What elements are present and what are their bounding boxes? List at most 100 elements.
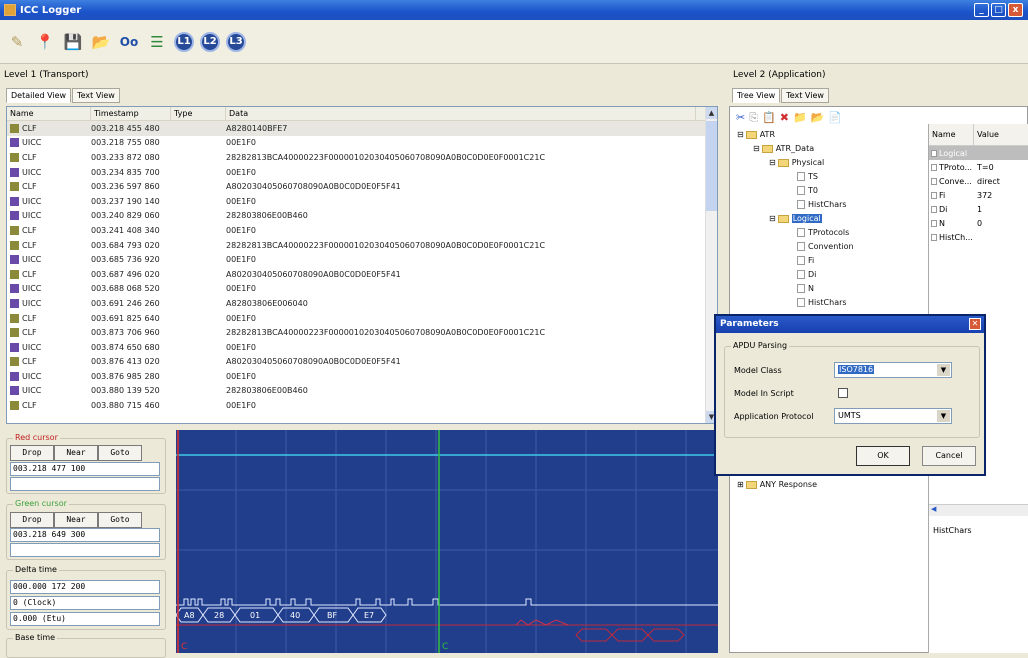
scroll-up-icon[interactable]: ▲ bbox=[706, 107, 717, 119]
delta-time-field[interactable]: 000.000 172 200 bbox=[10, 580, 160, 594]
prop-row[interactable]: TProto... T=0 bbox=[929, 160, 1028, 174]
table-row[interactable]: UICC 003.880 139 520 282803806E00B460 bbox=[7, 384, 717, 399]
table-row[interactable]: UICC 003.691 246 260 A82803806E006040 bbox=[7, 296, 717, 311]
red-near-button[interactable]: Near bbox=[54, 445, 98, 461]
green-cursor-extra-field[interactable] bbox=[10, 543, 160, 557]
new-item-icon[interactable]: 📄 bbox=[828, 111, 842, 125]
table-row[interactable]: CLF 003.687 496 020 A802030405060708090A0B… bbox=[7, 267, 717, 282]
delta-etu-field[interactable]: 0.000 (Etu) bbox=[10, 612, 160, 626]
table-row[interactable]: UICC 003.685 736 920 00E1F0 bbox=[7, 252, 717, 267]
tree-node-atr[interactable]: ⊟ ATR bbox=[737, 130, 775, 139]
prop-col-value[interactable]: Value bbox=[974, 124, 1002, 145]
save-icon[interactable]: 💾 bbox=[62, 31, 84, 53]
prop-row[interactable]: Conve... direct bbox=[929, 174, 1028, 188]
tree-node-t0[interactable]: T0 bbox=[797, 186, 818, 195]
new-folder-icon[interactable]: 📁 bbox=[793, 111, 807, 125]
tree-node-fi[interactable]: Fi bbox=[797, 256, 814, 265]
red-cursor-field[interactable]: 003.218 477 100 bbox=[10, 462, 160, 476]
table-row[interactable]: UICC 003.240 829 060 282803806E00B460 bbox=[7, 209, 717, 224]
tree-node-di[interactable]: Di bbox=[797, 270, 816, 279]
ok-button[interactable]: OK bbox=[856, 446, 910, 466]
uicc-card-icon bbox=[10, 298, 19, 308]
folder-open-icon[interactable]: 📂 bbox=[90, 31, 112, 53]
level2-button[interactable]: L2 bbox=[200, 31, 220, 52]
cancel-button[interactable]: Cancel bbox=[922, 446, 976, 466]
tree-label-convention: Convention bbox=[808, 242, 854, 251]
tree-node-histchars2[interactable]: HistChars bbox=[797, 298, 847, 307]
table-row[interactable]: CLF 003.691 825 640 00E1F0 bbox=[7, 311, 717, 326]
table-row[interactable]: UICC 003.874 650 680 00E1F0 bbox=[7, 340, 717, 355]
prop-row[interactable]: N0 bbox=[929, 216, 1028, 230]
maximize-button[interactable]: □ bbox=[991, 3, 1006, 17]
green-near-button[interactable]: Near bbox=[54, 512, 98, 528]
table-row[interactable]: CLF 003.876 413 020 A802030405060708090A0B… bbox=[7, 355, 717, 370]
prop-row[interactable]: HistCh... bbox=[929, 230, 1028, 244]
table-row[interactable]: CLF 003.236 597 860 A802030405060708090A0B… bbox=[7, 179, 717, 194]
app-protocol-select[interactable]: UMTS ▼ bbox=[834, 408, 952, 424]
level1-button[interactable]: L1 bbox=[174, 31, 194, 52]
byte-label-5: E7 bbox=[364, 611, 374, 620]
model-in-script-checkbox[interactable] bbox=[838, 388, 848, 398]
level3-button[interactable]: L3 bbox=[226, 31, 246, 52]
clf-device-icon bbox=[10, 313, 19, 323]
dialog-close-icon[interactable]: ✕ bbox=[969, 318, 981, 330]
col-type[interactable]: Type bbox=[171, 107, 226, 120]
col-data[interactable]: Data bbox=[226, 107, 696, 120]
glasses-icon[interactable]: Oo bbox=[118, 31, 140, 53]
red-drop-button[interactable]: Drop bbox=[10, 445, 54, 461]
table-row[interactable]: UICC 003.237 190 140 00E1F0 bbox=[7, 194, 717, 209]
tree-node-logical[interactable]: ⊟ Logical bbox=[769, 214, 822, 223]
prop-row[interactable]: Fi 372 bbox=[929, 188, 1028, 202]
tree-node-physical[interactable]: ⊟ Physical bbox=[769, 158, 824, 167]
green-cursor-field[interactable]: 003.218 649 300 bbox=[10, 528, 160, 542]
tree-node-tprotocols[interactable]: TProtocols bbox=[797, 228, 849, 237]
tab-text-view-l2[interactable]: Text View bbox=[781, 88, 829, 103]
table-row[interactable]: UICC 003.234 835 700 00E1F0 bbox=[7, 165, 717, 180]
tab-tree-view[interactable]: Tree View bbox=[732, 88, 781, 103]
tree-node-ts[interactable]: TS bbox=[797, 172, 818, 181]
table-row[interactable]: CLF 003.218 455 480 A8280140BFE7 bbox=[7, 121, 717, 136]
folder-icon[interactable]: 📂 bbox=[811, 111, 825, 125]
tab-text-view[interactable]: Text View bbox=[72, 88, 120, 103]
red-goto-button[interactable]: Goto bbox=[98, 445, 142, 461]
col-timestamp[interactable]: Timestamp bbox=[91, 107, 171, 120]
table-row[interactable]: CLF 003.684 793 020 28282813BCA40000223F00… bbox=[7, 238, 717, 253]
chevron-down-icon[interactable]: ▼ bbox=[937, 410, 950, 422]
tab-detailed-view[interactable]: Detailed View bbox=[6, 88, 72, 103]
table-row[interactable]: CLF 003.880 715 460 00E1F0 bbox=[7, 398, 717, 413]
model-class-select[interactable]: ISO7816 ▼ bbox=[834, 362, 952, 378]
chevron-down-icon[interactable]: ▼ bbox=[937, 364, 950, 376]
list-icon[interactable]: ☰ bbox=[146, 31, 168, 53]
tree-node-n[interactable]: N bbox=[797, 284, 814, 293]
table-row[interactable]: UICC 003.876 985 280 00E1F0 bbox=[7, 369, 717, 384]
delta-clock-field[interactable]: 0 (Clock) bbox=[10, 596, 160, 610]
green-drop-button[interactable]: Drop bbox=[10, 512, 54, 528]
copy-icon[interactable]: ⎘ bbox=[749, 111, 758, 125]
paste-icon[interactable]: 📋 bbox=[762, 111, 776, 125]
minimize-button[interactable]: _ bbox=[974, 3, 989, 17]
scroll-thumb[interactable] bbox=[706, 121, 717, 211]
prop-col-name[interactable]: Name bbox=[929, 124, 974, 145]
table-row[interactable]: UICC 003.218 755 080 00E1F0 bbox=[7, 136, 717, 151]
table-row[interactable]: CLF 003.233 872 080 28282813BCA40000223F00… bbox=[7, 150, 717, 165]
close-button[interactable]: x bbox=[1008, 3, 1023, 17]
table-row[interactable]: CLF 003.241 408 340 00E1F0 bbox=[7, 223, 717, 238]
prop-row[interactable]: Logical bbox=[929, 146, 1028, 160]
table-row[interactable]: UICC 003.688 068 520 00E1F0 bbox=[7, 282, 717, 297]
col-name[interactable]: Name bbox=[7, 107, 91, 120]
delete-icon[interactable]: ✖ bbox=[780, 111, 789, 125]
cut-icon[interactable]: ✂ bbox=[736, 111, 745, 125]
prop-hscroll[interactable]: ◀ bbox=[929, 504, 1028, 516]
tree-node-convention[interactable]: Convention bbox=[797, 242, 854, 251]
prop-row[interactable]: Di 1 bbox=[929, 202, 1028, 216]
pin-icon[interactable]: 📍 bbox=[34, 31, 56, 53]
tree-node-atr-data[interactable]: ⊟ ATR_Data bbox=[753, 144, 814, 153]
open-icon[interactable]: ✎ bbox=[6, 31, 28, 53]
green-goto-button[interactable]: Goto bbox=[98, 512, 142, 528]
tree-node-any-response[interactable]: ⊞ ANY Response bbox=[737, 480, 817, 489]
waveform-svg: A8 28 01 40 BF E7 C C bbox=[176, 430, 718, 653]
waveform-view[interactable]: A8 28 01 40 BF E7 C C bbox=[176, 430, 718, 653]
table-row[interactable]: CLF 003.873 706 960 28282813BCA40000223F00… bbox=[7, 325, 717, 340]
tree-node-histchars[interactable]: HistChars bbox=[797, 200, 847, 209]
red-cursor-extra-field[interactable] bbox=[10, 477, 160, 491]
